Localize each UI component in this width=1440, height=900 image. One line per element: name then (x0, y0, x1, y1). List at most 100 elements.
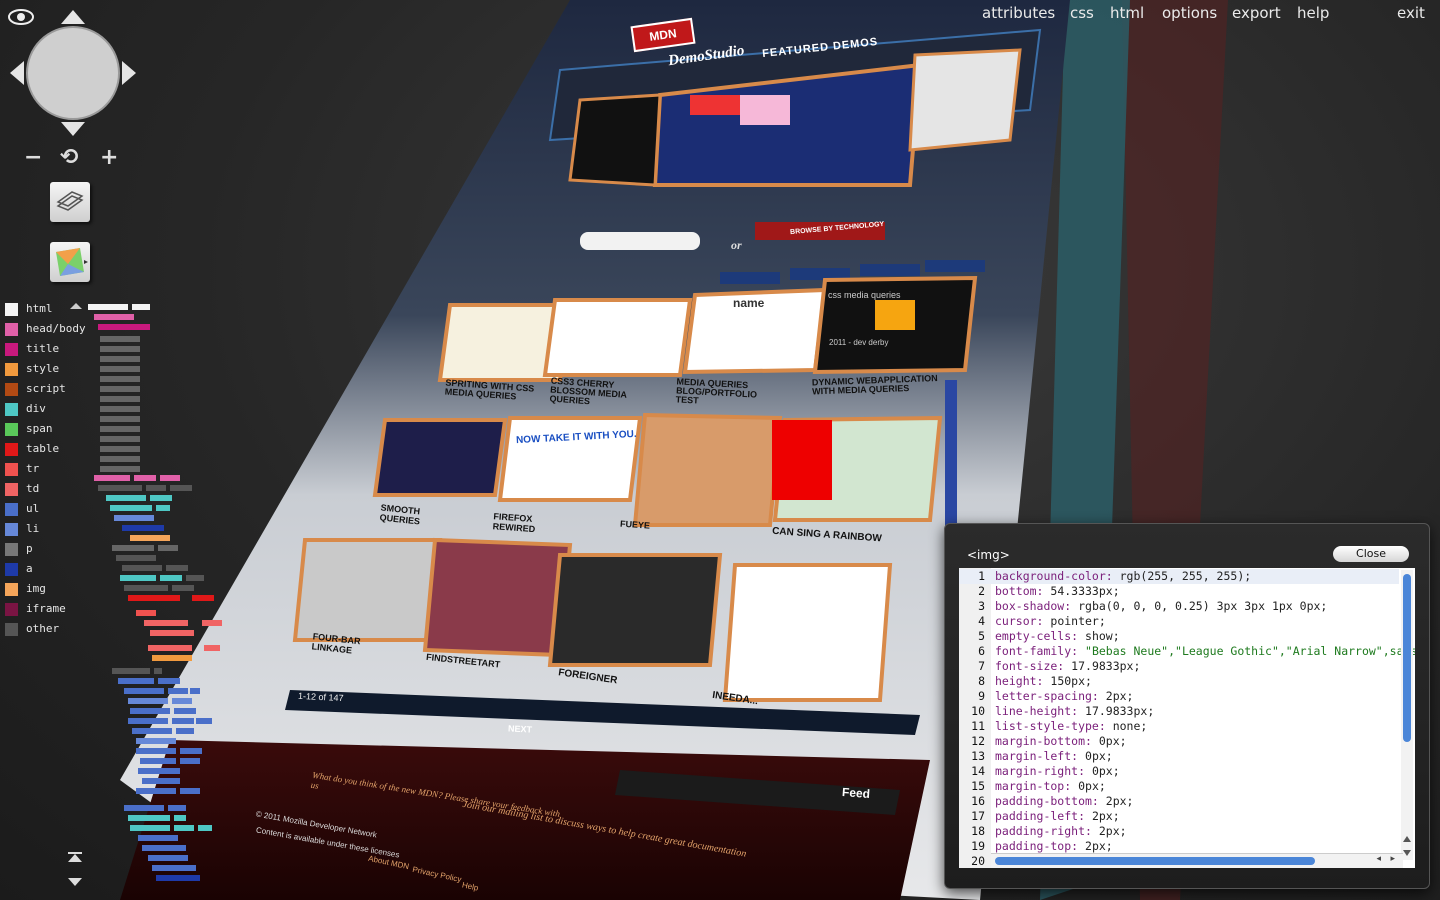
scroll-top-icon[interactable] (68, 852, 82, 854)
css-inspector-panel: <img> Close 1 background-color: rgb(255, … (944, 523, 1430, 889)
code-line[interactable]: 11 list-style-type: none; (959, 719, 1399, 734)
css-declaration: margin-right: 0px; (995, 764, 1120, 778)
code-line[interactable]: 4 cursor: pointer; (959, 614, 1399, 629)
code-line[interactable]: 1 background-color: rgb(255, 255, 255); (959, 569, 1399, 584)
scroll-thumb[interactable] (1403, 574, 1411, 742)
menu-options[interactable]: options (1162, 4, 1217, 22)
css-value: 17.9833px; (1085, 704, 1155, 718)
thumb-accent (875, 300, 915, 330)
line-number: 8 (978, 674, 985, 688)
hscroll-thumb[interactable] (995, 857, 1315, 865)
eye-icon[interactable] (8, 8, 34, 26)
code-line[interactable]: 7 font-size: 17.9833px; (959, 659, 1399, 674)
code-line[interactable]: 6 font-family: "Bebas Neue","League Gothi… (959, 644, 1415, 659)
line-number: 2 (978, 584, 985, 598)
css-value: 54.3333px; (1050, 584, 1120, 598)
code-line[interactable]: 14 margin-right: 0px; (959, 764, 1399, 779)
demo-thumb[interactable] (632, 412, 783, 527)
css-value: 0px; (1085, 749, 1113, 763)
rotation-dpad[interactable] (10, 10, 136, 136)
code-line[interactable]: 12 margin-bottom: 0px; (959, 734, 1399, 749)
code-line[interactable]: 2 bottom: 54.3333px; (959, 584, 1399, 599)
rotate-up-arrow-icon[interactable] (61, 10, 85, 24)
footer-slab (120, 740, 930, 900)
code-line[interactable]: 15 margin-top: 0px; (959, 779, 1399, 794)
carousel-right (908, 48, 1022, 152)
demo-thumb[interactable] (292, 538, 443, 642)
code-line[interactable]: 18 padding-right: 2px; (959, 824, 1399, 839)
code-line[interactable]: 9 letter-spacing: 2px; (959, 689, 1399, 704)
css-declaration: letter-spacing: 2px; (995, 689, 1134, 703)
demo-thumb[interactable] (497, 416, 643, 502)
demo-thumb[interactable] (372, 418, 508, 497)
reset-view-button[interactable]: ⟲ (60, 145, 78, 170)
line-number: 1 (978, 569, 985, 583)
css-declaration: padding-right: 2px; (995, 824, 1127, 838)
line-number: 14 (971, 764, 985, 778)
code-line[interactable]: 10 line-height: 17.9833px; (959, 704, 1399, 719)
css-value: none; (1112, 719, 1148, 733)
css-declaration: background-color: rgb(255, 255, 255); (995, 569, 1252, 583)
rotate-left-arrow-icon[interactable] (10, 61, 24, 85)
menu-exit[interactable]: exit (1397, 4, 1425, 22)
close-button[interactable]: Close (1333, 546, 1409, 562)
code-line[interactable]: 19 padding-top: 2px; (959, 839, 1399, 854)
sort-tab[interactable] (925, 260, 985, 272)
sort-tab[interactable] (720, 272, 780, 284)
css-code-editor[interactable]: 1 background-color: rgb(255, 255, 255); 2 b… (959, 568, 1415, 868)
color-mode-button[interactable] (50, 242, 90, 282)
layers-view-button[interactable] (50, 182, 90, 222)
rotate-down-arrow-icon[interactable] (61, 122, 85, 136)
code-line[interactable]: 3 box-shadow: rgba(0, 0, 0, 0.25) 3px 3px… (959, 599, 1399, 614)
code-line[interactable]: 13 margin-left: 0px; (959, 749, 1399, 764)
horizontal-scrollbar[interactable]: ◂ ▸ (991, 853, 1403, 868)
demo-thumb[interactable] (542, 298, 693, 377)
css-declaration: list-style-type: none; (995, 719, 1148, 733)
css-value: 2px; (1085, 839, 1113, 853)
scroll-left-arrow-icon[interactable]: ◂ (1376, 854, 1381, 864)
css-declaration: margin-top: 0px; (995, 779, 1106, 793)
zoom-out-button[interactable]: − (24, 145, 42, 170)
menu-export[interactable]: export (1232, 4, 1281, 22)
nyan-cat (740, 95, 790, 125)
scroll-right-arrow-icon[interactable]: ▸ (1390, 854, 1395, 864)
scroll-up-icon[interactable] (68, 854, 82, 862)
dom-tree-minimap[interactable] (0, 300, 240, 890)
dpad-knob[interactable] (26, 26, 120, 120)
demo-thumb[interactable] (547, 553, 723, 667)
demo-thumb[interactable] (682, 287, 828, 375)
demo-thumb[interactable] (422, 537, 573, 658)
line-number: 7 (978, 659, 985, 673)
browse-button[interactable] (755, 222, 885, 240)
css-value: 150px; (1050, 674, 1092, 688)
menu-help[interactable]: help (1297, 4, 1329, 22)
collapse-up-icon[interactable] (70, 303, 82, 309)
line-number: 6 (978, 644, 985, 658)
line-number: 20 (971, 854, 985, 868)
css-declaration: font-size: 17.9833px; (995, 659, 1141, 673)
code-line[interactable]: 8 height: 150px; (959, 674, 1399, 689)
scroll-down-icon[interactable] (68, 878, 82, 886)
code-line[interactable]: 17 padding-left: 2px; (959, 809, 1399, 824)
css-declaration: empty-cells: show; (995, 629, 1120, 643)
menu-attributes[interactable]: attributes (982, 4, 1055, 22)
css-value: 2px; (1098, 824, 1127, 838)
line-number: 17 (971, 809, 985, 823)
thumb-accent (772, 420, 832, 500)
code-line[interactable]: 16 padding-bottom: 2px; (959, 794, 1399, 809)
css-declaration: cursor: pointer; (995, 614, 1106, 628)
zoom-in-button[interactable]: + (100, 145, 118, 170)
search-box[interactable] (580, 232, 700, 250)
vertical-scrollbar[interactable] (1401, 570, 1413, 860)
css-declaration: font-family: "Bebas Neue","League Gothic… (995, 644, 1415, 658)
menu-html[interactable]: html (1110, 4, 1144, 22)
demo-thumb[interactable] (722, 563, 893, 702)
code-line[interactable]: 5 empty-cells: show; (959, 629, 1399, 644)
css-value: 0px; (1078, 779, 1106, 793)
rotate-right-arrow-icon[interactable] (122, 61, 136, 85)
menu-css[interactable]: css (1070, 4, 1094, 22)
layers-icon (56, 191, 84, 211)
css-value: rgba(0, 0, 0, 0.25) 3px 3px 1px 0px; (1078, 599, 1328, 613)
css-value: 2px; (1091, 809, 1120, 823)
sort-tab[interactable] (860, 264, 920, 276)
